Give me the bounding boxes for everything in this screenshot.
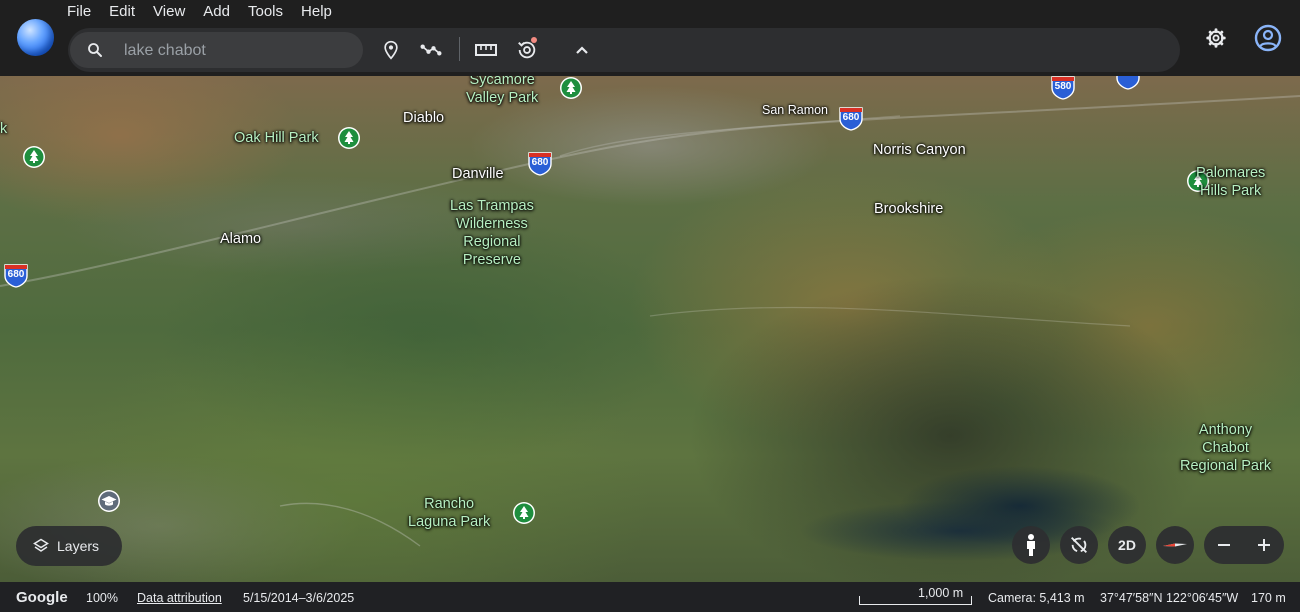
- label-san-ramon[interactable]: San Ramon: [762, 101, 828, 119]
- label-diablo[interactable]: Diablo: [403, 109, 444, 127]
- compass-icon: [1163, 543, 1187, 547]
- minus-icon: [1218, 544, 1230, 546]
- shield-number: 580: [1054, 81, 1072, 92]
- cursor-coordinates: 37°47′58″N 122°06′45″W: [1100, 591, 1239, 605]
- label-brookshire[interactable]: Brookshire: [874, 200, 943, 218]
- layers-icon: [33, 538, 49, 552]
- interstate-580-shield-2: [1115, 76, 1141, 90]
- park-pin-left-edge[interactable]: [22, 145, 46, 169]
- google-logo: Google: [16, 589, 68, 606]
- ruler-icon: [475, 44, 497, 56]
- park-pin-oak-hill[interactable]: [337, 126, 361, 150]
- label-norris-canyon[interactable]: Norris Canyon: [873, 141, 966, 159]
- shield-number: 680: [7, 269, 25, 280]
- tree-icon: [513, 502, 535, 524]
- place-pin-icon: [384, 40, 398, 60]
- menu-add[interactable]: Add: [194, 0, 239, 24]
- shield-number: 680: [842, 112, 860, 123]
- zoom-in-button[interactable]: [1244, 526, 1284, 564]
- label-rancho-laguna-park[interactable]: Rancho Laguna Park: [408, 495, 490, 531]
- search-icon: [88, 43, 102, 57]
- search-box[interactable]: [70, 32, 363, 70]
- menu-view[interactable]: View: [144, 0, 194, 24]
- label-las-trampas-preserve[interactable]: Las Trampas Wilderness Regional Preserve: [450, 197, 534, 269]
- school-icon: [98, 490, 120, 512]
- menu-help[interactable]: Help: [292, 0, 341, 24]
- zoom-control: [1204, 526, 1284, 564]
- camera-altitude: Camera: 5,413 m: [988, 591, 1085, 605]
- menu-edit[interactable]: Edit: [100, 0, 144, 24]
- shield-number: 680: [531, 157, 549, 168]
- pegman-button[interactable]: [1012, 526, 1050, 564]
- interstate-580-shield: 580: [1050, 76, 1076, 100]
- chevron-up-icon: [576, 46, 588, 54]
- park-pin-rancho-laguna[interactable]: [512, 501, 536, 525]
- imagery-zoom-percent: 100%: [86, 591, 118, 605]
- scale-bar: [859, 596, 972, 605]
- search-input[interactable]: [122, 32, 356, 70]
- account-icon: [1254, 24, 1282, 52]
- measure-button[interactable]: [470, 34, 502, 66]
- google-earth-logo[interactable]: [17, 19, 54, 56]
- toggle-2d-button[interactable]: 2D: [1108, 526, 1146, 564]
- imagery-date-range: 5/15/2014–3/6/2025: [243, 591, 355, 605]
- data-attribution-link[interactable]: Data attribution: [137, 591, 222, 605]
- compass-button[interactable]: [1156, 526, 1194, 564]
- tree-icon: [338, 127, 360, 149]
- tree-icon: [23, 146, 45, 168]
- settings-button[interactable]: [1200, 22, 1232, 54]
- road-network: [0, 95, 1300, 547]
- pegman-icon: [1027, 534, 1035, 556]
- label-alamo[interactable]: Alamo: [220, 230, 261, 248]
- add-placemark-button[interactable]: [375, 34, 407, 66]
- menu-tools[interactable]: Tools: [239, 0, 292, 24]
- toggle-2d-label: 2D: [1118, 537, 1136, 553]
- park-pin-sycamore[interactable]: [559, 76, 583, 100]
- layers-label: Layers: [57, 538, 100, 554]
- label-danville[interactable]: Danville: [452, 165, 504, 183]
- account-button[interactable]: [1252, 22, 1284, 54]
- label-edge-fragment: k: [0, 121, 8, 137]
- zoom-out-button[interactable]: [1204, 526, 1244, 564]
- tilt-icon: [1071, 537, 1087, 553]
- add-path-button[interactable]: [415, 34, 447, 66]
- path-icon: [420, 44, 442, 56]
- collapse-toolbar-button[interactable]: [566, 34, 598, 66]
- label-sycamore-valley-park[interactable]: Sycamore Valley Park: [466, 76, 538, 107]
- plus-icon: [1258, 539, 1270, 551]
- status-bar: Google 100% Data attribution 5/15/2014–3…: [0, 582, 1300, 612]
- gear-icon: [1206, 28, 1226, 48]
- notification-dot: [531, 37, 537, 43]
- reset-tilt-button[interactable]: [1060, 526, 1098, 564]
- interstate-680-shield-san-ramon: 680: [838, 105, 864, 131]
- menu-bar: File Edit View Add Tools Help: [58, 0, 341, 24]
- tree-icon: [560, 77, 582, 99]
- label-anthony-chabot-regional-park[interactable]: Anthony Chabot Regional Park: [1180, 421, 1271, 475]
- interstate-680-shield-alamo: 680: [3, 262, 29, 288]
- label-oak-hill-park[interactable]: Oak Hill Park: [234, 129, 319, 147]
- toolbar-divider: [459, 37, 460, 61]
- historical-imagery-button[interactable]: [511, 34, 543, 66]
- menu-file[interactable]: File: [58, 0, 100, 24]
- school-pin[interactable]: [97, 489, 121, 513]
- label-palomares-hills-park[interactable]: Palomares Hills Park: [1196, 164, 1265, 200]
- layers-button[interactable]: Layers: [16, 526, 122, 566]
- map-view[interactable]: 580 680 680 680 Sycamore Valley Park Oak…: [0, 76, 1300, 582]
- top-bar: File Edit View Add Tools Help: [0, 0, 1300, 76]
- ground-elevation: 170 m: [1251, 591, 1286, 605]
- interstate-shield-icon: [1116, 76, 1140, 90]
- interstate-680-shield-danville: 680: [527, 150, 553, 176]
